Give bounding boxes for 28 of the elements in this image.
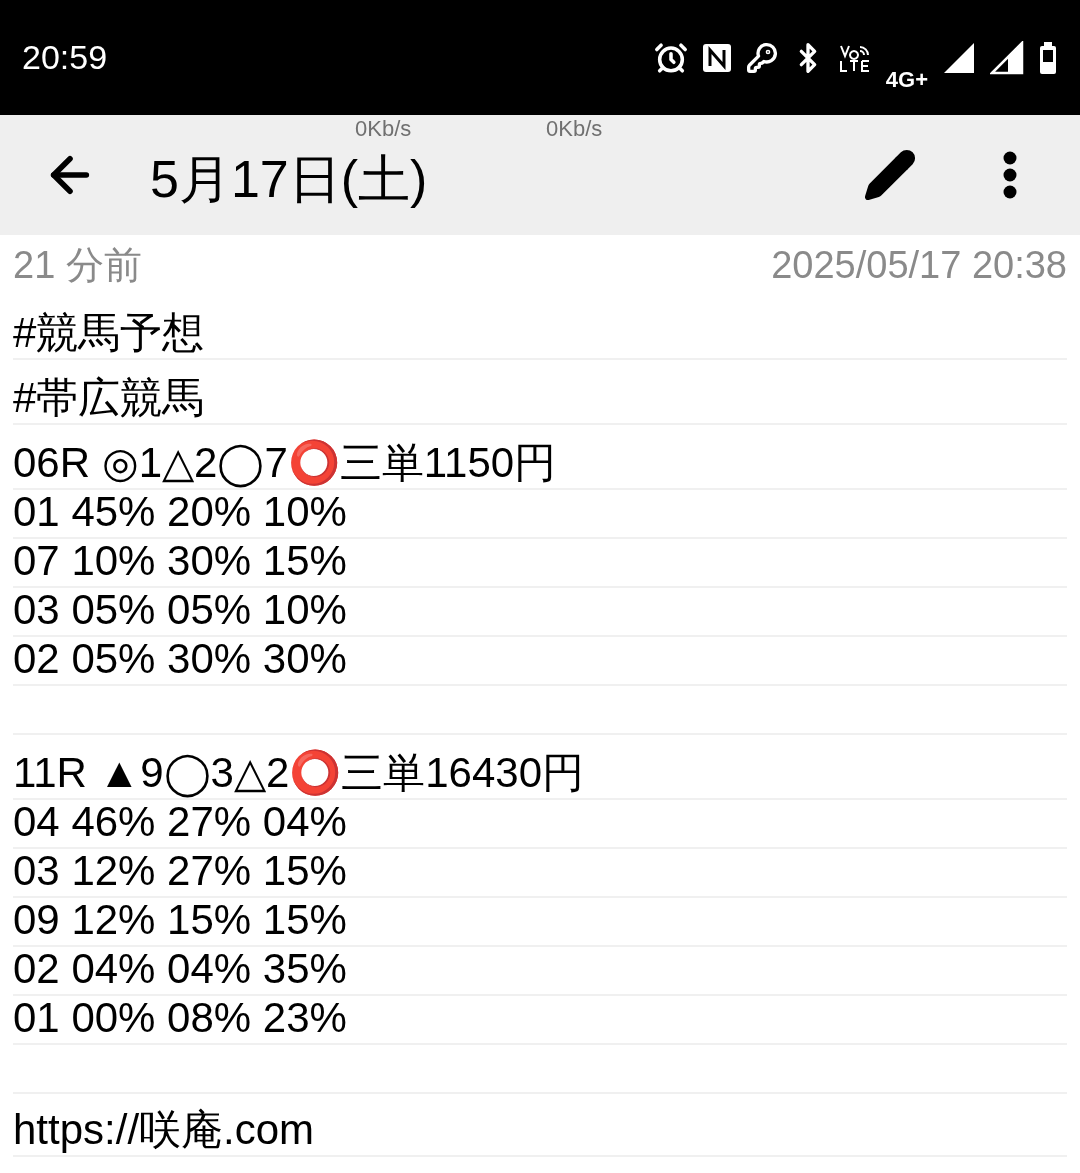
network-speed: 0Kb/s <box>355 117 412 141</box>
note-line: 03 05% 05% 10% <box>13 585 347 635</box>
key-icon <box>745 41 778 74</box>
pencil-icon <box>862 147 918 203</box>
clock-time: 20:59 <box>22 37 108 78</box>
network-type: 4G+ <box>885 66 928 94</box>
timestamp: 2025/05/17 20:38 <box>771 242 1067 288</box>
note-line: 01 45% 20% 10% <box>13 488 347 537</box>
note-line: 06R ◎1△2◯7⭕三単1150円 <box>13 438 557 488</box>
signal-icon <box>990 40 1024 75</box>
note-line: 02 05% 30% 30% <box>13 634 347 684</box>
alarm-icon <box>653 40 688 75</box>
note-line: 04 46% 27% 04% <box>13 798 347 847</box>
battery-icon <box>1038 40 1058 75</box>
note-line: 03 12% 27% 15% <box>13 846 347 896</box>
nfc-icon <box>701 42 732 73</box>
note-title: 5月17日(土) <box>150 149 428 209</box>
note-line: 01 00% 08% 23% <box>13 993 347 1043</box>
more-icon <box>1003 151 1017 199</box>
note-line: 09 12% 15% 15% <box>13 895 347 945</box>
note-line: 11R ▲9◯3△2⭕三単16430円 <box>13 748 585 798</box>
url-link[interactable]: https://咲庵.com <box>13 1105 315 1155</box>
network-speed: 0Kb/s <box>546 117 603 141</box>
note-line: #帯広競馬 <box>13 373 205 423</box>
note-line: 02 04% 04% 35% <box>13 944 347 994</box>
note-line: #競馬予想 <box>13 308 205 358</box>
relative-time: 21 分前 <box>13 242 142 288</box>
note-line: 07 10% 30% 15% <box>13 536 347 586</box>
